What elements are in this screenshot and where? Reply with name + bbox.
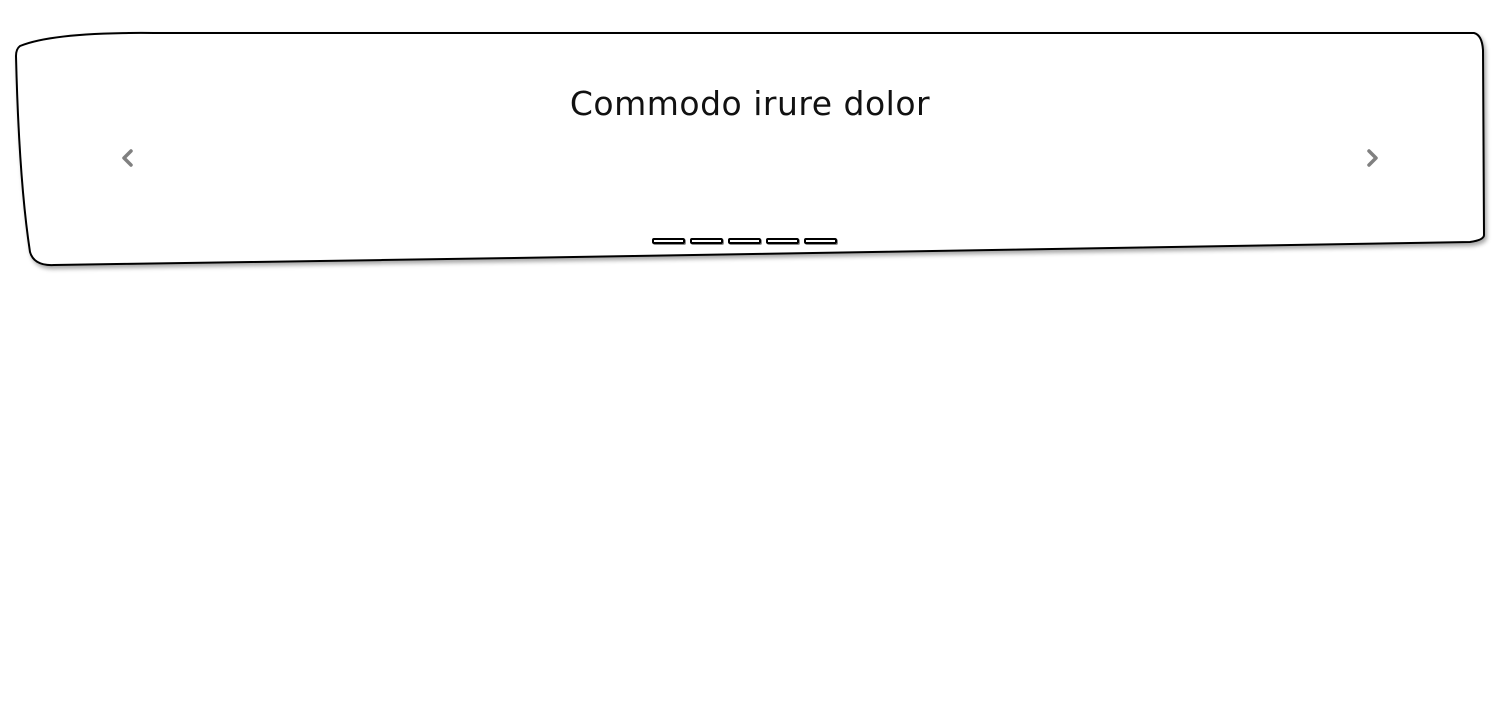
- previous-slide-button[interactable]: [107, 138, 147, 178]
- slide-indicator-2[interactable]: [690, 238, 723, 244]
- slide-indicator-3[interactable]: [728, 238, 761, 244]
- next-slide-button[interactable]: [1353, 138, 1393, 178]
- slide-title: Commodo irure dolor: [569, 84, 931, 123]
- chevron-left-icon: [122, 149, 133, 167]
- slide-indicator-5[interactable]: [804, 238, 837, 244]
- carousel: Commodo irure dolor: [14, 30, 1486, 268]
- slide-indicator-1[interactable]: [652, 238, 685, 244]
- carousel-frame: [14, 31, 1486, 267]
- slide-indicators: [652, 238, 837, 248]
- chevron-right-icon: [1367, 149, 1378, 167]
- slide-indicator-4[interactable]: [766, 238, 799, 244]
- page: Commodo irure dolor: [0, 0, 1500, 720]
